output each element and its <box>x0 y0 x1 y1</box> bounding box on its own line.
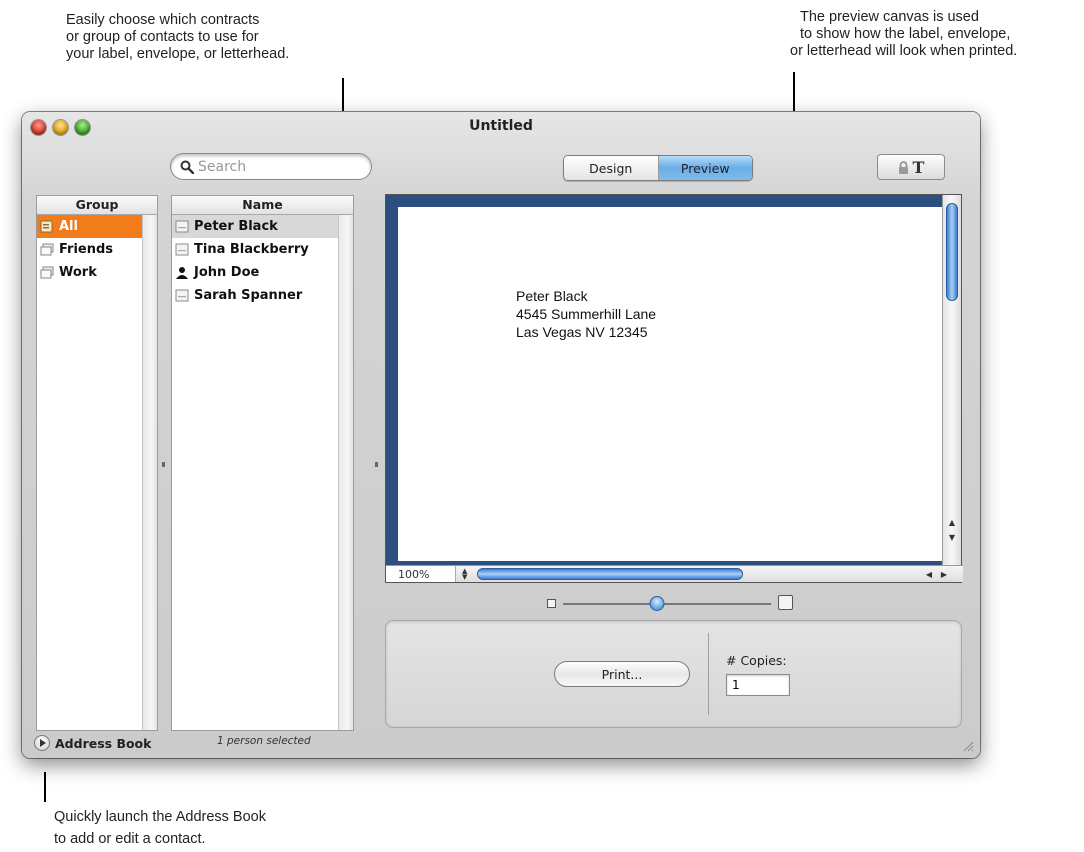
bottom-bar: Address Book <box>34 732 151 754</box>
design-tab[interactable]: Design <box>564 156 659 180</box>
preview-vertical-scroll-thumb[interactable] <box>946 203 958 301</box>
group-list: Group All Friends Work <box>36 195 158 731</box>
group-list-scrollbar[interactable] <box>142 215 157 730</box>
preview-canvas[interactable]: Peter Black 4545 Summerhill Lane Las Veg… <box>398 207 943 561</box>
lock-icon <box>898 160 908 174</box>
callout-line-text: or group of contacts to use for <box>66 29 259 45</box>
contact-name: Sarah Spanner <box>194 288 303 303</box>
callout-line-text: to show how the label, envelope, <box>800 26 1011 42</box>
search-field[interactable] <box>170 153 372 180</box>
copies-label: # Copies: <box>726 653 787 668</box>
name-list-scrollbar[interactable] <box>338 215 353 730</box>
callout-pointer <box>44 772 46 802</box>
view-toggle: Design Preview <box>563 155 753 181</box>
contact-item[interactable]: Peter Black <box>172 215 353 238</box>
scroll-down-arrow[interactable]: ▼ <box>943 530 961 545</box>
copies-field[interactable] <box>726 674 790 696</box>
group-column-header[interactable]: Group <box>37 196 157 215</box>
resize-grip-icon[interactable] <box>962 740 974 752</box>
callout-choose-contacts: Easily choose which contracts or group o… <box>66 12 289 63</box>
contact-card-icon <box>175 289 189 302</box>
splitter-handle[interactable] <box>162 462 165 467</box>
group-item-label: Friends <box>59 242 114 257</box>
address-block: Peter Black 4545 Summerhill Lane Las Veg… <box>516 287 656 341</box>
preview-horizontal-scroll-thumb[interactable] <box>477 568 743 580</box>
contact-item[interactable]: Sarah Spanner <box>172 284 353 307</box>
callout-line-text: Quickly launch the Address Book <box>54 809 266 825</box>
person-icon <box>176 267 188 279</box>
group-item-all[interactable]: All <box>37 215 157 238</box>
scroll-up-arrow[interactable]: ▲ <box>943 515 961 530</box>
group-card-icon <box>40 266 54 279</box>
callout-address-book: Quickly launch the Address Book to add o… <box>54 806 266 850</box>
group-item-work[interactable]: Work <box>37 261 157 284</box>
contact-name: Peter Black <box>194 219 278 234</box>
zoom-stepper[interactable]: ▲ ▼ <box>462 568 470 581</box>
preview-canvas-frame: Peter Black 4545 Summerhill Lane Las Veg… <box>385 194 963 583</box>
app-window: Untitled Design Preview T Group All Frie… <box>22 112 980 758</box>
zoom-out-icon[interactable] <box>547 599 556 608</box>
search-input[interactable] <box>198 158 348 175</box>
print-button[interactable]: Print... <box>554 661 690 687</box>
group-card-icon <box>40 243 54 256</box>
selection-status: 1 person selected <box>217 735 311 747</box>
contact-name: John Doe <box>194 265 260 280</box>
splitter-handle[interactable] <box>375 462 378 467</box>
zoom-slider[interactable] <box>547 594 793 614</box>
window-title: Untitled <box>469 118 533 134</box>
address-book-label: Address Book <box>55 735 152 751</box>
contact-name: Tina Blackberry <box>194 242 309 257</box>
print-panel: Print... # Copies: <box>385 620 962 728</box>
address-line: Las Vegas NV 12345 <box>516 324 648 340</box>
callout-preview-canvas: The preview canvas is used to show how t… <box>790 9 1017 60</box>
search-icon <box>180 160 194 174</box>
contact-card-icon <box>175 243 189 256</box>
group-item-label: All <box>59 219 78 234</box>
preview-tab[interactable]: Preview <box>658 156 752 180</box>
scroll-left-arrow[interactable]: ◀ <box>922 567 936 582</box>
preview-vertical-scrollbar[interactable]: ▲ ▼ <box>942 195 961 567</box>
name-list: Name Peter Black Tina Blackberry John Do… <box>171 195 354 731</box>
address-book-button[interactable]: Address Book <box>34 735 151 751</box>
zoom-field[interactable]: 100% <box>386 566 456 582</box>
contact-card-icon <box>175 220 189 233</box>
name-column-header[interactable]: Name <box>172 196 353 215</box>
text-lock-button[interactable]: T <box>877 154 945 180</box>
address-book-icon <box>40 220 53 233</box>
address-line: 4545 Summerhill Lane <box>516 306 657 322</box>
divider <box>708 633 709 715</box>
preview-bottom-bar: 100% ▲ ▼ ◀ ▶ <box>386 565 963 582</box>
callout-line-text: or letterhead will look when printed. <box>790 43 1018 59</box>
zoom-slider-track <box>563 603 771 605</box>
callout-line-text: your label, envelope, or letterhead. <box>66 46 290 62</box>
scroll-right-arrow[interactable]: ▶ <box>937 567 951 582</box>
text-icon: T <box>912 157 925 177</box>
contact-item[interactable]: Tina Blackberry <box>172 238 353 261</box>
callout-line-text: to add or edit a contact. <box>54 831 206 847</box>
group-item-friends[interactable]: Friends <box>37 238 157 261</box>
contact-item[interactable]: John Doe <box>172 261 353 284</box>
address-line: Peter Black <box>516 288 588 304</box>
zoom-slider-knob[interactable] <box>649 596 665 611</box>
callout-line-text: The preview canvas is used <box>800 9 979 25</box>
group-item-label: Work <box>59 265 97 280</box>
launch-arrow-icon <box>34 735 50 751</box>
callout-line-text: Easily choose which contracts <box>66 12 260 28</box>
zoom-in-icon[interactable] <box>778 595 793 610</box>
